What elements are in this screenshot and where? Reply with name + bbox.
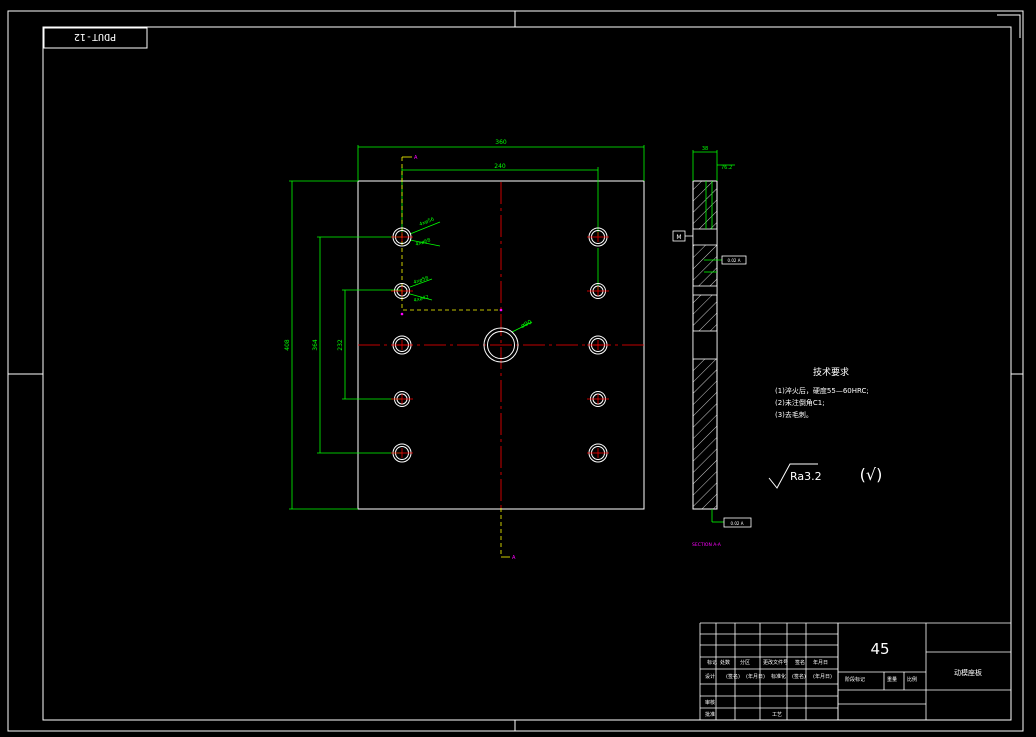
dim-thickness: 38 <box>702 146 708 152</box>
center-hole-label: ø90 <box>520 319 533 330</box>
front-dimension-text: 360 240 408 364 232 ø90 4xø56 4xø68 4xø5… <box>284 139 533 351</box>
side-hole-2 <box>692 285 718 296</box>
side-hole-1 <box>692 228 718 246</box>
section-mark-top: A <box>414 155 418 161</box>
hole-label-2: 4xø68 <box>415 237 432 248</box>
dim-height: 408 <box>284 339 291 351</box>
tolerance-frame-1: 0.02 A <box>721 255 747 265</box>
roughness-value: Ra3.2 <box>790 470 822 483</box>
drawing-number: PDUT-12 <box>74 31 116 42</box>
dim-left-inner: 232 <box>337 339 344 351</box>
section-point <box>400 312 404 316</box>
svg-text:0.02 A: 0.02 A <box>731 521 744 526</box>
section-line <box>401 157 502 557</box>
section-title: SECTION A-A <box>692 542 722 548</box>
tb-b-2: (年月日) <box>746 673 765 680</box>
tb-a-1: 处数 <box>720 659 730 666</box>
datum-letter: M <box>676 234 681 241</box>
dim-hole-pitch: 240 <box>494 163 506 170</box>
scale-label: 比例 <box>907 676 917 683</box>
hole-label-3: 4xø58 <box>413 275 430 286</box>
stage-label: 阶段标记 <box>845 676 865 683</box>
roughness-symbol: Ra3.2 (√) <box>768 463 883 489</box>
tech-req-item-1: (1)淬火后，硬度55—60HRC; <box>775 386 869 395</box>
tolerance-frame-2: 0.02 A <box>723 517 752 528</box>
tb-a-0: 标记 <box>707 659 717 666</box>
section-point <box>499 308 503 312</box>
tb-b-3: 标准化 <box>771 673 786 680</box>
section-mark-bottom: A <box>512 555 516 561</box>
dim-top: 76.2 <box>721 165 732 171</box>
drawing-number-box: PDUT-12 <box>43 27 148 49</box>
part-name: 动模座板 <box>954 668 982 677</box>
hole-label-1: 4xø56 <box>419 216 436 227</box>
svg-text:0.02 A: 0.02 A <box>728 258 741 263</box>
approve-label: 批准 <box>705 711 715 718</box>
tb-a-5: 年月日 <box>813 659 828 666</box>
process-label: 工艺 <box>772 712 782 718</box>
tb-b-1: (签名) <box>726 673 740 680</box>
check-label: 审核 <box>705 699 715 706</box>
tech-req-item-3: (3)去毛刺。 <box>775 410 813 419</box>
cad-drawing: PDUT-12 360 240 408 364 232 ø90 4xø56 4x… <box>7 10 1024 732</box>
front-view: 360 240 408 364 232 ø90 4xø56 4xø68 4xø5… <box>284 139 645 561</box>
tech-req-item-2: (2)未注倒角C1; <box>775 398 825 407</box>
tb-b-4: (签名) <box>792 673 806 680</box>
title-block: 45 动模座板 标记 处数 分区 更改文件号 签名 年月日 设计 (签名) (年… <box>699 622 1011 720</box>
datum-box: M <box>672 230 693 242</box>
tb-b-0: 设计 <box>705 673 715 680</box>
tb-b-5: (年月日) <box>813 673 832 680</box>
side-view: 38 76.2 M 0.02 A 0.02 A SECTION A-A <box>672 146 752 548</box>
weight-label: 重量 <box>887 676 897 683</box>
dim-left-outer: 364 <box>312 339 319 351</box>
roughness-other: (√) <box>860 465 883 484</box>
side-bore <box>692 330 718 360</box>
tech-req-title: 技术要求 <box>813 366 849 378</box>
material: 45 <box>870 640 889 658</box>
inner-border <box>42 26 1012 721</box>
dim-width: 360 <box>495 139 507 146</box>
tb-a-4: 签名 <box>795 659 805 666</box>
technical-requirements: 技术要求 (1)淬火后，硬度55—60HRC; (2)未注倒角C1; (3)去毛… <box>775 366 869 419</box>
tb-a-3: 更改文件号 <box>763 659 788 666</box>
front-dimensions <box>289 145 645 510</box>
tb-a-2: 分区 <box>740 659 750 666</box>
